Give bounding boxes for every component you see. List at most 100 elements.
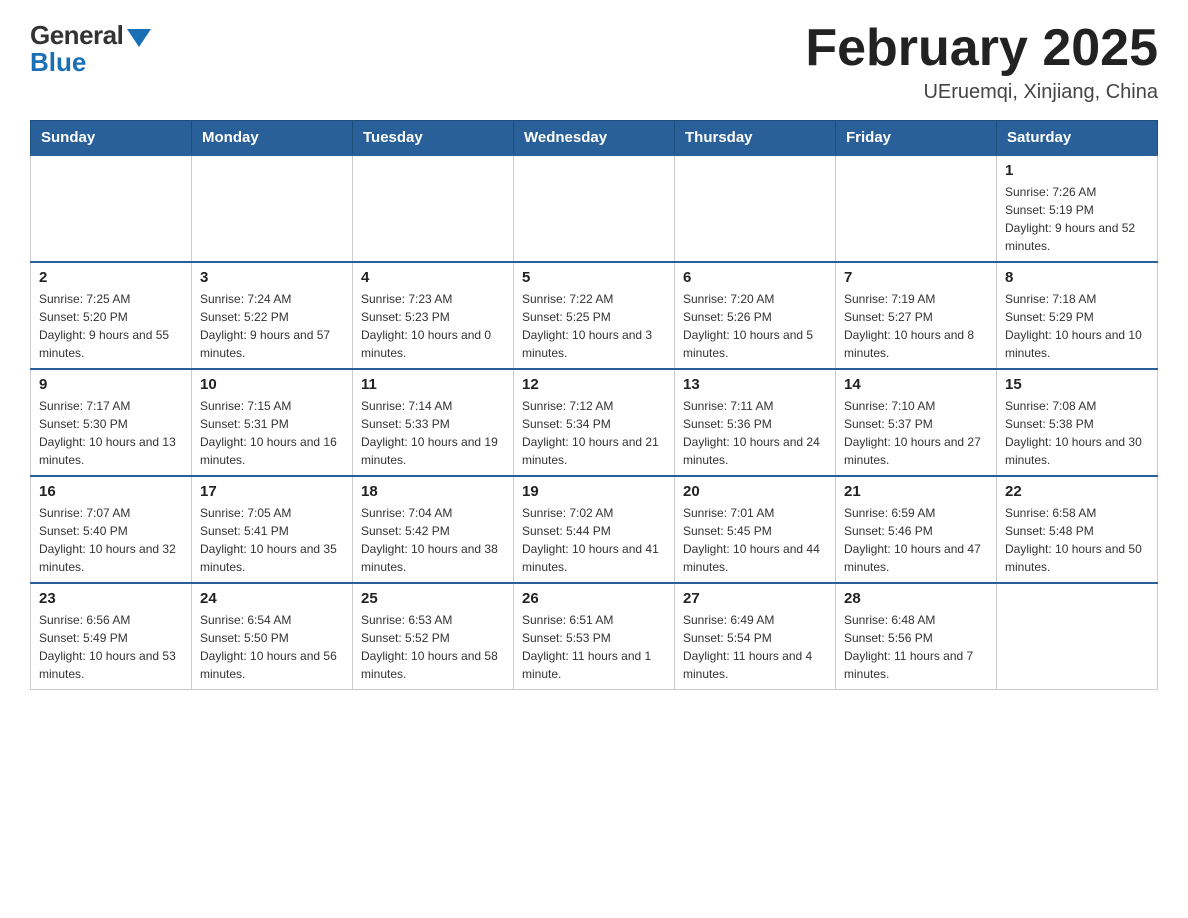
weekday-header-friday: Friday [836, 121, 997, 156]
weekday-header-saturday: Saturday [997, 121, 1158, 156]
day-number: 20 [683, 483, 827, 500]
weekday-header-sunday: Sunday [31, 121, 192, 156]
calendar-cell: 11 Sunrise: 7:14 AM Sunset: 5:33 PM Dayli… [353, 369, 514, 476]
calendar-week-3: 9 Sunrise: 7:17 AM Sunset: 5:30 PM Daylig… [31, 369, 1158, 476]
calendar-week-4: 16 Sunrise: 7:07 AM Sunset: 5:40 PM Dayli… [31, 476, 1158, 583]
day-number: 7 [844, 269, 988, 286]
calendar-cell: 2 Sunrise: 7:25 AM Sunset: 5:20 PM Daylig… [31, 262, 192, 369]
day-info: Sunrise: 7:10 AM Sunset: 5:37 PM Dayligh… [844, 397, 988, 469]
logo: General Blue [30, 20, 151, 78]
day-info: Sunrise: 7:01 AM Sunset: 5:45 PM Dayligh… [683, 504, 827, 576]
day-info: Sunrise: 6:48 AM Sunset: 5:56 PM Dayligh… [844, 611, 988, 683]
day-info: Sunrise: 7:22 AM Sunset: 5:25 PM Dayligh… [522, 290, 666, 362]
day-info: Sunrise: 7:07 AM Sunset: 5:40 PM Dayligh… [39, 504, 183, 576]
day-info: Sunrise: 6:54 AM Sunset: 5:50 PM Dayligh… [200, 611, 344, 683]
calendar-cell: 13Sunrise: 7:11 AM Sunset: 5:36 PM Dayli… [675, 369, 836, 476]
day-number: 10 [200, 376, 344, 393]
calendar-cell [836, 155, 997, 262]
day-number: 2 [39, 269, 183, 286]
day-info: Sunrise: 7:24 AM Sunset: 5:22 PM Dayligh… [200, 290, 344, 362]
calendar-cell: 14 Sunrise: 7:10 AM Sunset: 5:37 PM Dayli… [836, 369, 997, 476]
day-number: 4 [361, 269, 505, 286]
day-number: 23 [39, 590, 183, 607]
calendar-cell: 18 Sunrise: 7:04 AM Sunset: 5:42 PM Dayli… [353, 476, 514, 583]
title-section: February 2025 UEruemqi, Xinjiang, China [805, 20, 1158, 104]
calendar-cell: 7 Sunrise: 7:19 AM Sunset: 5:27 PM Daylig… [836, 262, 997, 369]
weekday-header-tuesday: Tuesday [353, 121, 514, 156]
day-info: Sunrise: 6:53 AM Sunset: 5:52 PM Dayligh… [361, 611, 505, 683]
calendar-cell: 19 Sunrise: 7:02 AM Sunset: 5:44 PM Dayli… [514, 476, 675, 583]
calendar-cell: 21 Sunrise: 6:59 AM Sunset: 5:46 PM Dayli… [836, 476, 997, 583]
calendar-cell: 1 Sunrise: 7:26 AM Sunset: 5:19 PM Daylig… [997, 155, 1158, 262]
calendar-cell: 20 Sunrise: 7:01 AM Sunset: 5:45 PM Dayli… [675, 476, 836, 583]
weekday-header-thursday: Thursday [675, 121, 836, 156]
day-number: 24 [200, 590, 344, 607]
day-info: Sunrise: 7:17 AM Sunset: 5:30 PM Dayligh… [39, 397, 183, 469]
weekday-header-wednesday: Wednesday [514, 121, 675, 156]
day-info: Sunrise: 7:20 AM Sunset: 5:26 PM Dayligh… [683, 290, 827, 362]
day-number: 18 [361, 483, 505, 500]
calendar-cell: 27 Sunrise: 6:49 AM Sunset: 5:54 PM Dayli… [675, 583, 836, 690]
day-number: 11 [361, 376, 505, 393]
day-info: Sunrise: 6:49 AM Sunset: 5:54 PM Dayligh… [683, 611, 827, 683]
calendar-cell: 24 Sunrise: 6:54 AM Sunset: 5:50 PM Dayli… [192, 583, 353, 690]
day-number: 27 [683, 590, 827, 607]
calendar-cell: 22 Sunrise: 6:58 AM Sunset: 5:48 PM Dayli… [997, 476, 1158, 583]
calendar-cell: 28 Sunrise: 6:48 AM Sunset: 5:56 PM Dayli… [836, 583, 997, 690]
day-info: Sunrise: 7:25 AM Sunset: 5:20 PM Dayligh… [39, 290, 183, 362]
day-number: 15 [1005, 376, 1149, 393]
calendar-cell [31, 155, 192, 262]
calendar-cell: 3 Sunrise: 7:24 AM Sunset: 5:22 PM Daylig… [192, 262, 353, 369]
calendar-cell: 25Sunrise: 6:53 AM Sunset: 5:52 PM Dayli… [353, 583, 514, 690]
day-info: Sunrise: 7:05 AM Sunset: 5:41 PM Dayligh… [200, 504, 344, 576]
day-info: Sunrise: 7:04 AM Sunset: 5:42 PM Dayligh… [361, 504, 505, 576]
day-info: Sunrise: 7:12 AM Sunset: 5:34 PM Dayligh… [522, 397, 666, 469]
day-number: 21 [844, 483, 988, 500]
calendar-cell: 16 Sunrise: 7:07 AM Sunset: 5:40 PM Dayli… [31, 476, 192, 583]
calendar-cell [514, 155, 675, 262]
day-number: 16 [39, 483, 183, 500]
day-info: Sunrise: 7:23 AM Sunset: 5:23 PM Dayligh… [361, 290, 505, 362]
day-info: Sunrise: 6:58 AM Sunset: 5:48 PM Dayligh… [1005, 504, 1149, 576]
calendar-week-1: 1 Sunrise: 7:26 AM Sunset: 5:19 PM Daylig… [31, 155, 1158, 262]
day-number: 28 [844, 590, 988, 607]
calendar-week-5: 23Sunrise: 6:56 AM Sunset: 5:49 PM Dayli… [31, 583, 1158, 690]
calendar-cell: 17 Sunrise: 7:05 AM Sunset: 5:41 PM Dayli… [192, 476, 353, 583]
calendar-cell: 26 Sunrise: 6:51 AM Sunset: 5:53 PM Dayli… [514, 583, 675, 690]
day-number: 17 [200, 483, 344, 500]
calendar-cell [192, 155, 353, 262]
day-info: Sunrise: 6:51 AM Sunset: 5:53 PM Dayligh… [522, 611, 666, 683]
day-info: Sunrise: 6:59 AM Sunset: 5:46 PM Dayligh… [844, 504, 988, 576]
calendar-week-2: 2 Sunrise: 7:25 AM Sunset: 5:20 PM Daylig… [31, 262, 1158, 369]
day-number: 3 [200, 269, 344, 286]
calendar-cell: 23Sunrise: 6:56 AM Sunset: 5:49 PM Dayli… [31, 583, 192, 690]
day-info: Sunrise: 7:11 AM Sunset: 5:36 PM Dayligh… [683, 397, 827, 469]
logo-blue-text: Blue [30, 47, 86, 78]
calendar-cell: 12 Sunrise: 7:12 AM Sunset: 5:34 PM Dayli… [514, 369, 675, 476]
day-number: 9 [39, 376, 183, 393]
day-number: 26 [522, 590, 666, 607]
day-number: 8 [1005, 269, 1149, 286]
day-info: Sunrise: 7:19 AM Sunset: 5:27 PM Dayligh… [844, 290, 988, 362]
day-number: 14 [844, 376, 988, 393]
day-info: Sunrise: 7:15 AM Sunset: 5:31 PM Dayligh… [200, 397, 344, 469]
day-info: Sunrise: 7:18 AM Sunset: 5:29 PM Dayligh… [1005, 290, 1149, 362]
calendar-cell: 10 Sunrise: 7:15 AM Sunset: 5:31 PM Dayli… [192, 369, 353, 476]
day-number: 19 [522, 483, 666, 500]
day-number: 1 [1005, 162, 1149, 179]
weekday-header-monday: Monday [192, 121, 353, 156]
day-number: 22 [1005, 483, 1149, 500]
day-info: Sunrise: 7:02 AM Sunset: 5:44 PM Dayligh… [522, 504, 666, 576]
calendar-cell: 15Sunrise: 7:08 AM Sunset: 5:38 PM Dayli… [997, 369, 1158, 476]
day-number: 12 [522, 376, 666, 393]
weekday-header-row: SundayMondayTuesdayWednesdayThursdayFrid… [31, 121, 1158, 156]
day-number: 6 [683, 269, 827, 286]
calendar-cell [675, 155, 836, 262]
calendar-cell: 6 Sunrise: 7:20 AM Sunset: 5:26 PM Daylig… [675, 262, 836, 369]
page-header: General Blue February 2025 UEruemqi, Xin… [30, 20, 1158, 104]
location-text: UEruemqi, Xinjiang, China [805, 81, 1158, 104]
day-info: Sunrise: 7:26 AM Sunset: 5:19 PM Dayligh… [1005, 183, 1149, 255]
month-title: February 2025 [805, 20, 1158, 77]
calendar-cell: 9 Sunrise: 7:17 AM Sunset: 5:30 PM Daylig… [31, 369, 192, 476]
day-info: Sunrise: 7:14 AM Sunset: 5:33 PM Dayligh… [361, 397, 505, 469]
